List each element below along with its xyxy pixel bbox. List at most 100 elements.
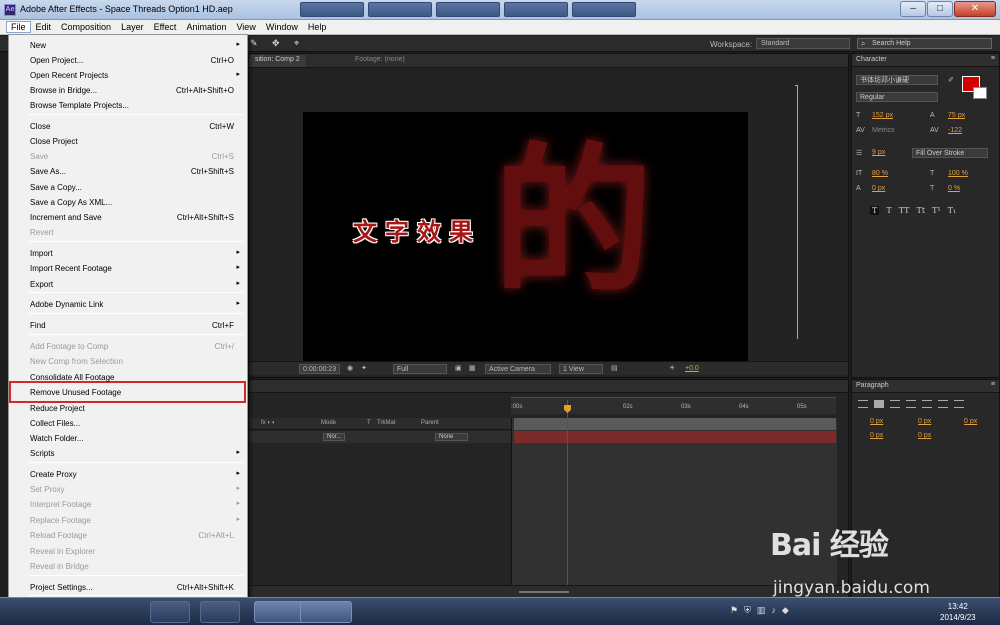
region-icon[interactable]: ▣ [455, 364, 462, 374]
search-help-input[interactable]: ⌕ Search Help [857, 38, 992, 49]
menu-animation[interactable]: Animation [181, 21, 231, 33]
menu-item-close-project[interactable]: Close Project [10, 134, 246, 149]
justify-last-center-button[interactable] [922, 400, 932, 408]
space-after-value[interactable]: 0 px [918, 432, 931, 439]
color-channels-icon[interactable]: ✦ [361, 364, 367, 374]
tab-footage[interactable]: Footage: (none) [355, 56, 405, 63]
menu-item-reduce-project[interactable]: Reduce Project [10, 401, 246, 416]
menu-window[interactable]: Window [261, 21, 303, 33]
taskbar-ae-button[interactable] [254, 601, 306, 623]
eyedropper-icon[interactable]: ✐ [948, 76, 954, 84]
menu-effect[interactable]: Effect [149, 21, 182, 33]
tracking-value[interactable]: -122 [948, 127, 962, 134]
horizontal-scale-value[interactable]: 100 % [948, 170, 968, 177]
task-tab[interactable] [572, 2, 636, 17]
layer-duration-bar[interactable] [514, 431, 836, 443]
menu-item-project-settings[interactable]: Project Settings... Ctrl+Alt+Shift+K [10, 580, 246, 595]
faux-italic-button[interactable]: T [886, 206, 891, 215]
indent-first-value[interactable]: 0 px [964, 418, 977, 425]
menu-item-adobe-dynamic-link[interactable]: Adobe Dynamic Link ▸ [10, 297, 246, 312]
menu-item-open-project[interactable]: Open Project... Ctrl+O [10, 53, 246, 68]
menu-item-scripts[interactable]: Scripts ▸ [10, 446, 246, 461]
taskbar-explorer-button[interactable] [300, 601, 352, 623]
kerning-value[interactable]: Metrics [872, 127, 895, 134]
resolution-select[interactable]: Full [393, 364, 447, 374]
layer-bar-muted[interactable] [514, 418, 836, 430]
comp-viewer[interactable]: 的 文字效果 [249, 69, 848, 364]
indent-right-value[interactable]: 0 px [918, 418, 931, 425]
menu-item-consolidate-all-footage[interactable]: Consolidate All Footage [10, 370, 246, 385]
parent-select[interactable]: None [435, 433, 469, 441]
sun-icon[interactable]: ☀ [669, 364, 675, 374]
all-caps-button[interactable]: TT [899, 206, 910, 215]
faux-bold-button[interactable]: T [870, 206, 880, 215]
tray-network-icon[interactable]: ▥ [757, 605, 766, 616]
menu-composition[interactable]: Composition [56, 21, 116, 33]
align-center-button[interactable] [874, 400, 884, 408]
justify-last-right-button[interactable] [938, 400, 948, 408]
view-layout-select[interactable]: 1 View [559, 364, 603, 374]
grid-icon[interactable]: ▤ [611, 364, 618, 374]
menu-item-import-recent-footage[interactable]: Import Recent Footage ▸ [10, 261, 246, 276]
menu-edit[interactable]: Edit [31, 21, 57, 33]
baseline-value[interactable]: 0 px [872, 185, 885, 192]
current-time[interactable]: 0:00:00:23 [299, 364, 341, 374]
tray-app-icon[interactable]: ◆ [782, 605, 789, 616]
camera-select[interactable]: Active Camera [485, 364, 551, 374]
indent-left-value[interactable]: 0 px [870, 418, 883, 425]
menu-item-browse-in-bridge[interactable]: Browse in Bridge... Ctrl+Alt+Shift+O [10, 83, 246, 98]
align-right-button[interactable] [890, 400, 900, 408]
superscript-button[interactable]: T¹ [932, 206, 941, 215]
current-time-indicator[interactable] [567, 400, 568, 590]
space-before-value[interactable]: 0 px [870, 432, 883, 439]
menu-file[interactable]: File [6, 21, 31, 33]
menu-item-open-recent-projects[interactable]: Open Recent Projects ▸ [10, 68, 246, 83]
font-family-select[interactable]: 书体坊邓小谦硬 [856, 75, 938, 85]
menu-item-browse-template-projects[interactable]: Browse Template Projects... [10, 98, 246, 113]
text-layer-big[interactable]: 的 [493, 112, 653, 324]
minimize-button[interactable]: – [900, 1, 926, 17]
taskbar-app-button[interactable] [200, 601, 240, 623]
stroke-type-select[interactable]: Fill Over Stroke [912, 148, 988, 158]
task-tab[interactable] [368, 2, 432, 17]
menu-view[interactable]: View [231, 21, 260, 33]
small-caps-button[interactable]: Tt [917, 206, 926, 215]
taskbar-clock[interactable]: 13:42 2014/9/23 [940, 601, 976, 623]
menu-item-find[interactable]: Find Ctrl+F [10, 318, 246, 333]
tool-icons[interactable]: ✎ ✥ ⌖ [250, 38, 305, 49]
close-button[interactable]: ✕ [954, 1, 996, 17]
menu-item-remove-unused-footage[interactable]: Remove Unused Footage [10, 385, 246, 400]
menu-layer[interactable]: Layer [116, 21, 149, 33]
task-tab[interactable] [300, 2, 364, 17]
workspace-select[interactable]: Standard [756, 38, 850, 49]
menu-item-create-proxy[interactable]: Create Proxy ▸ [10, 467, 246, 482]
exposure-value[interactable]: +0.0 [685, 364, 699, 374]
snapshot-icon[interactable]: ◉ [347, 364, 353, 374]
menu-help[interactable]: Help [303, 21, 332, 33]
justify-last-left-button[interactable] [906, 400, 916, 408]
transparency-grid-icon[interactable]: ▦ [469, 364, 476, 374]
zoom-slider[interactable] [519, 591, 569, 593]
panel-menu-icon[interactable]: ≡ [991, 381, 995, 388]
justify-all-button[interactable] [954, 400, 964, 408]
font-size-value[interactable]: 152 px [872, 112, 893, 119]
menu-item-save-a-copy-as-xml[interactable]: Save a Copy As XML... [10, 195, 246, 210]
stroke-color-swatch[interactable] [973, 87, 987, 99]
subscript-button[interactable]: T₁ [948, 206, 957, 215]
tab-composition[interactable]: sition: Comp 2 [249, 55, 306, 67]
panel-menu-icon[interactable]: ≡ [991, 55, 995, 62]
text-layer-small[interactable]: 文字效果 [353, 212, 481, 247]
tray-volume-icon[interactable]: ♪ [771, 605, 776, 616]
task-tab[interactable] [436, 2, 500, 17]
stroke-width-value[interactable]: 9 px [872, 149, 885, 156]
menu-item-save-a-copy[interactable]: Save a Copy... [10, 180, 246, 195]
tray-flag-icon[interactable]: ⚑ [730, 605, 738, 616]
vertical-scale-value[interactable]: 80 % [872, 170, 888, 177]
tsume-value[interactable]: 0 % [948, 185, 960, 192]
task-tab[interactable] [504, 2, 568, 17]
menu-item-save-as[interactable]: Save As... Ctrl+Shift+S [10, 164, 246, 179]
comp-canvas[interactable]: 的 文字效果 [303, 112, 748, 362]
tray-shield-icon[interactable]: ⛨ [744, 605, 751, 616]
taskbar-app-button[interactable] [150, 601, 190, 623]
menu-item-export[interactable]: Export ▸ [10, 277, 246, 292]
